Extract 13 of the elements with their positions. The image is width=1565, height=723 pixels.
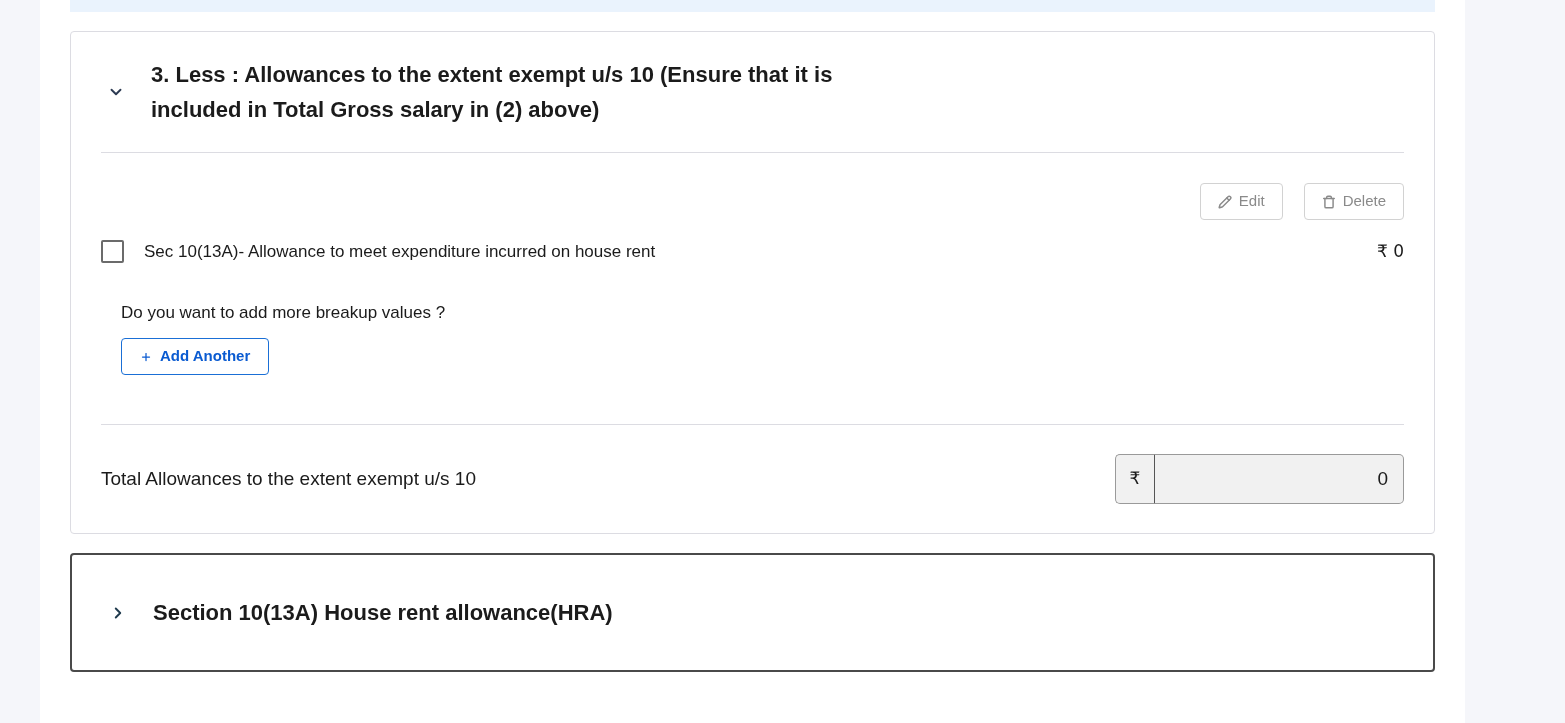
add-more-prompt: Do you want to add more breakup values ? [121,302,447,324]
allowance-amount: ₹ 0 [1376,239,1404,263]
checkbox[interactable] [101,240,124,263]
trash-icon [1321,194,1336,209]
pencil-icon [1217,194,1232,209]
section-title: Section 10(13A) House rent allowance(HRA) [153,599,613,627]
currency-prefix: ₹ [1115,454,1155,504]
section-title: 3. Less : Allowances to the extent exempt u/s 10 (Ensure that it is included in Total Gross salary in (2) above) [151,61,834,124]
allowance-label: Sec 10(13A)- Allowance to meet expenditure incurred on house rent [144,240,656,263]
add-another-button[interactable]: Add Another [121,338,270,375]
total-label: Total Allowances to the extent exempt u/s 10 [101,466,476,491]
total-amount-field[interactable]: 0 [1155,454,1404,504]
plus-icon [140,350,152,363]
